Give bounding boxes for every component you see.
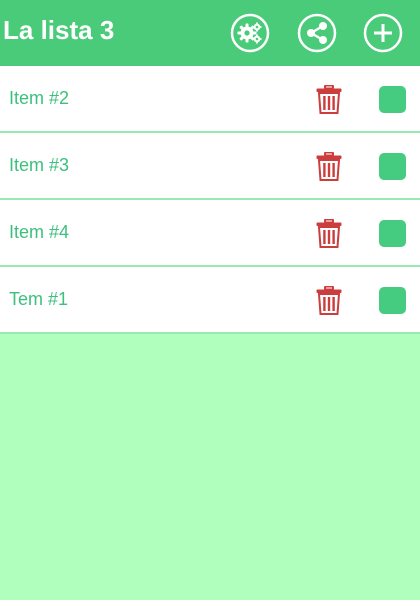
list-item[interactable]: Item #2: [0, 66, 420, 133]
share-button[interactable]: [297, 13, 337, 53]
delete-button[interactable]: [316, 85, 342, 114]
settings-button[interactable]: [230, 13, 270, 53]
item-checkbox[interactable]: [379, 220, 406, 247]
item-list: Item #2 Item #3 Item #4 Tem #1: [0, 66, 420, 334]
item-label: Item #2: [9, 88, 70, 108]
item-label: Item #3: [9, 155, 70, 175]
item-label: Tem #1: [9, 289, 69, 309]
app-bar: La lista 3: [0, 0, 420, 66]
plus-icon: [363, 13, 403, 53]
trash-icon: [316, 85, 342, 114]
item-checkbox[interactable]: [379, 86, 406, 113]
trash-icon: [316, 286, 342, 315]
trash-icon: [316, 152, 342, 181]
list-item[interactable]: Item #3: [0, 133, 420, 200]
share-icon: [297, 13, 337, 53]
list-item[interactable]: Item #4: [0, 200, 420, 267]
trash-icon: [316, 219, 342, 248]
delete-button[interactable]: [316, 286, 342, 315]
app-title: La lista 3: [3, 15, 115, 45]
item-checkbox[interactable]: [379, 153, 406, 180]
list-item[interactable]: Tem #1: [0, 267, 420, 334]
empty-list-area: [0, 334, 420, 600]
delete-button[interactable]: [316, 152, 342, 181]
gears-icon: [230, 13, 270, 53]
add-button[interactable]: [363, 13, 403, 53]
delete-button[interactable]: [316, 219, 342, 248]
item-label: Item #4: [9, 222, 70, 242]
item-checkbox[interactable]: [379, 287, 406, 314]
